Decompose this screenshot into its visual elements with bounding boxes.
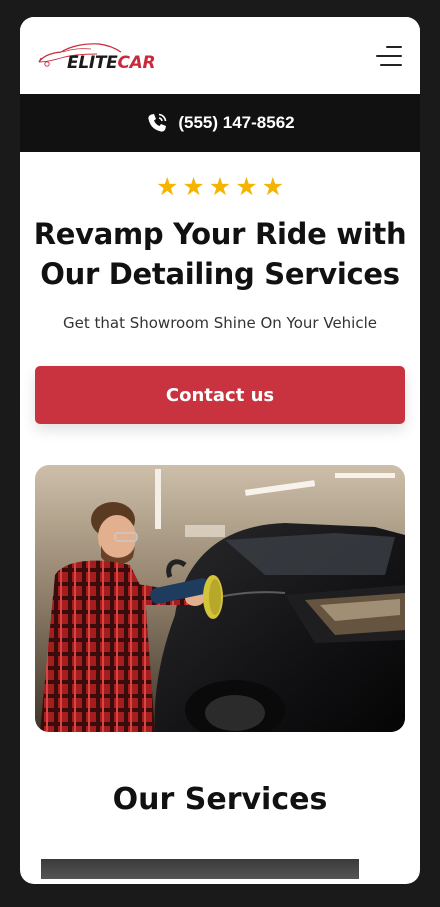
- phone-number[interactable]: (555) 147-8562: [178, 113, 294, 133]
- menu-line: [380, 63, 402, 66]
- site-header: ELITECAR: [20, 17, 420, 94]
- logo-text: ELITECAR: [67, 52, 156, 73]
- hero-image: [35, 465, 405, 732]
- menu-line: [376, 54, 402, 57]
- contact-us-button[interactable]: Contact us: [35, 366, 405, 424]
- hero-title: Revamp Your Ride with Our Detailing Serv…: [20, 214, 420, 294]
- hero-title-line2: Our Detailing Services: [40, 257, 400, 291]
- star-icon: ★: [235, 173, 258, 201]
- star-icon: ★: [155, 173, 179, 201]
- rating-stars: ★ ★ ★ ★ ★: [20, 175, 420, 200]
- star-icon: ★: [261, 173, 285, 201]
- hero-subtitle: Get that Showroom Shine On Your Vehicle: [63, 314, 377, 332]
- detailing-photo: [35, 465, 405, 732]
- logo[interactable]: ELITECAR: [37, 36, 156, 76]
- logo-car: CAR: [117, 52, 156, 73]
- star-icon: ★: [208, 173, 232, 201]
- phone-bar[interactable]: (555) 147-8562: [20, 94, 420, 152]
- hero-title-line1: Revamp Your Ride with: [33, 217, 407, 251]
- services-heading: Our Services: [112, 782, 328, 817]
- star-icon: ★: [182, 173, 205, 201]
- service-card-image: [41, 859, 359, 879]
- logo-elite: ELITE: [67, 52, 118, 73]
- menu-line: [386, 45, 402, 48]
- hamburger-menu-icon[interactable]: [374, 45, 402, 66]
- page: ELITECAR (555) 147-8562 ★ ★ ★ ★ ★ Revamp…: [20, 17, 420, 884]
- phone-ringing-icon: [148, 113, 167, 132]
